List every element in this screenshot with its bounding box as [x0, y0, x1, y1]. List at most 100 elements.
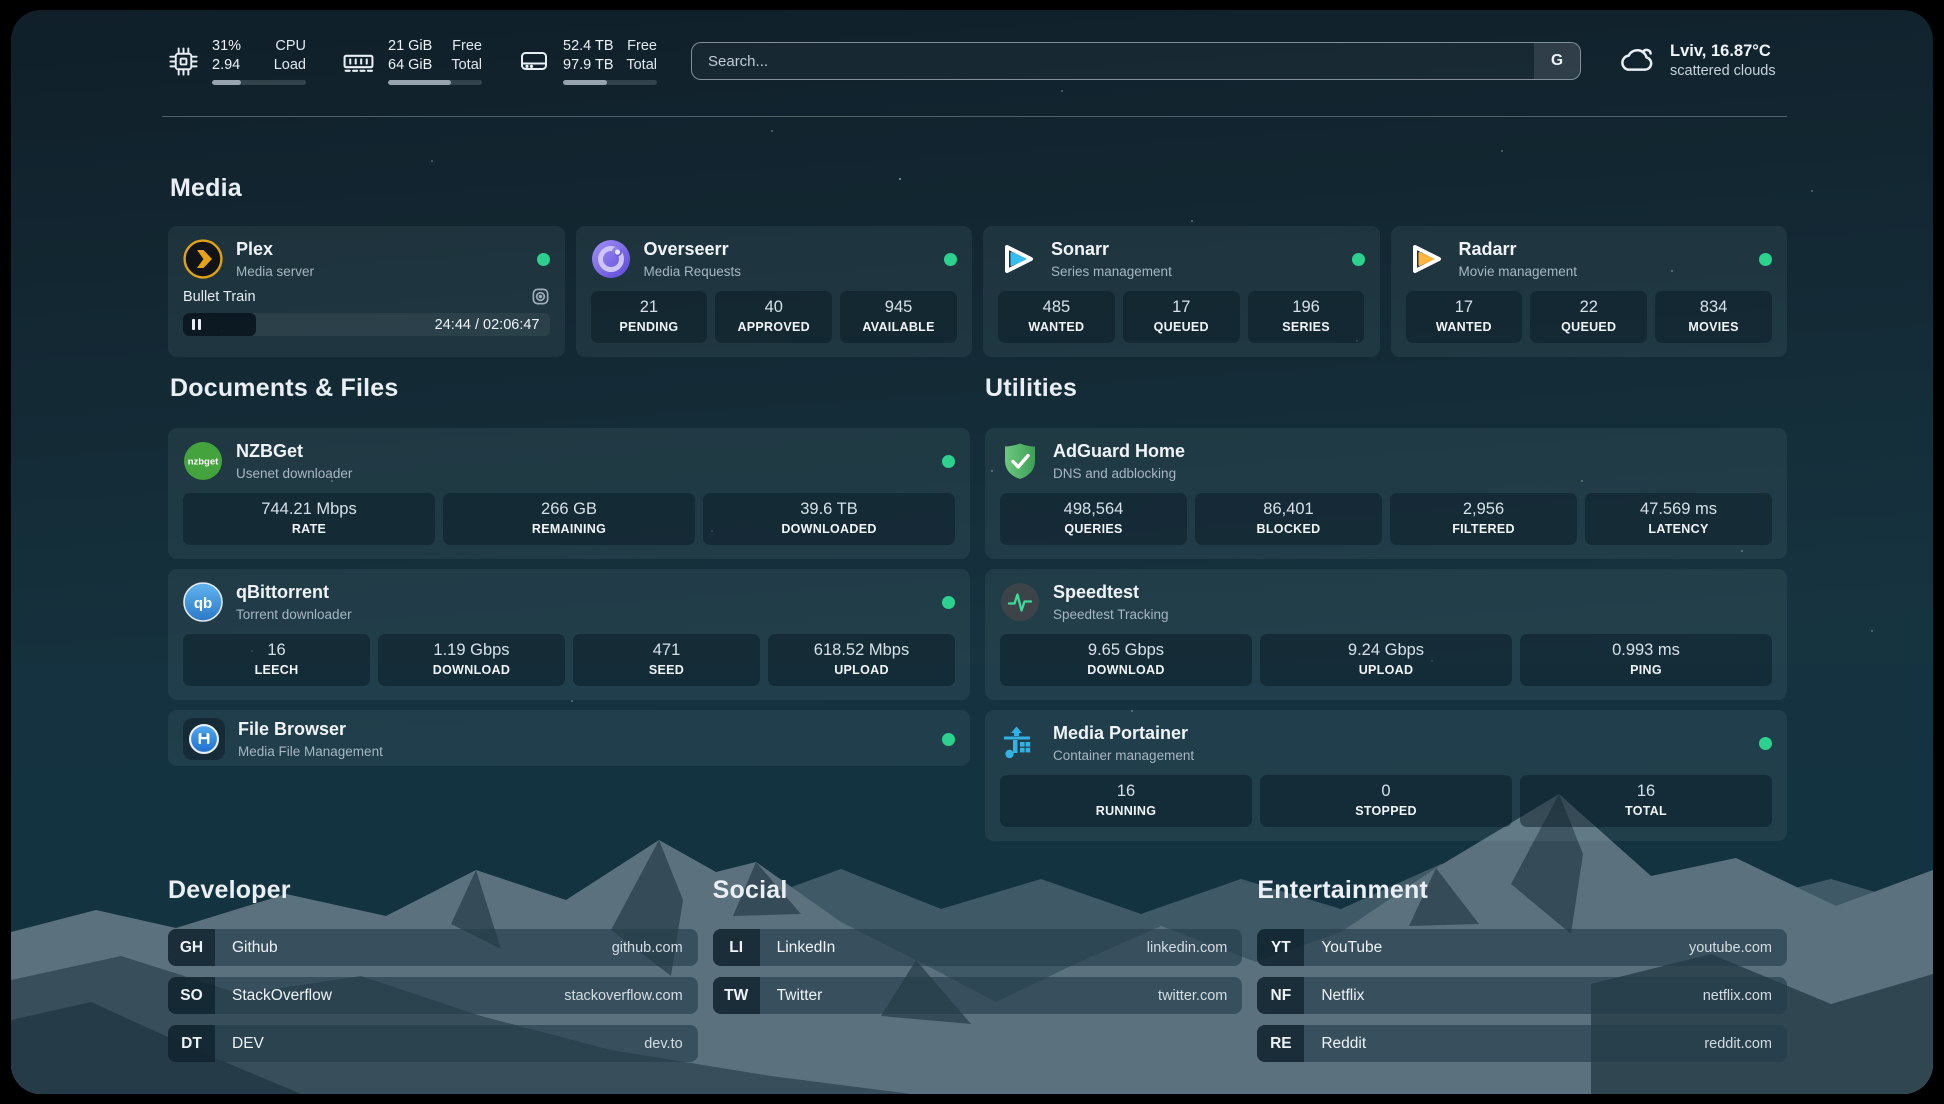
link-abbr: YT: [1257, 929, 1304, 966]
cpu-percent: 31%: [212, 37, 241, 56]
stat-label: SEED: [575, 662, 758, 679]
stat-tile: 9.65 Gbps DOWNLOAD: [1000, 634, 1252, 686]
entertainment-links: Entertainment YT YouTube youtube.com NF …: [1257, 876, 1787, 1073]
documents-column: nzbget NZBGet Usenet downloader 744.21 M…: [168, 428, 970, 766]
filebrowser-icon-badge: [183, 718, 225, 760]
disk-progress-track: [563, 80, 657, 85]
card-nzbget[interactable]: nzbget NZBGet Usenet downloader 744.21 M…: [168, 428, 970, 559]
stat-value: 744.21 Mbps: [185, 498, 433, 521]
link-row-twitter[interactable]: TW Twitter twitter.com: [713, 977, 1243, 1014]
stat-value: 0.993 ms: [1522, 639, 1770, 662]
stat-label: WANTED: [1408, 319, 1521, 336]
dashboard-window: 31% 2.94 CPU Load: [11, 10, 1933, 1094]
ram-icon: [342, 45, 375, 78]
search-bar[interactable]: G: [691, 42, 1581, 80]
stat-tile: 196 SERIES: [1248, 291, 1365, 343]
adguard-icon: [1000, 441, 1040, 481]
stat-value: 471: [575, 639, 758, 662]
card-sonarr[interactable]: Sonarr Series management 485 WANTED 17 Q…: [983, 226, 1380, 357]
stat-tile: 16 TOTAL: [1520, 775, 1772, 827]
link-url: dev.to: [644, 1036, 682, 1052]
link-name: Twitter: [777, 987, 823, 1005]
link-name: Netflix: [1321, 987, 1364, 1005]
card-overseerr[interactable]: Overseerr Media Requests 21 PENDING 40 A…: [576, 226, 973, 357]
search-engine-button[interactable]: G: [1534, 43, 1580, 79]
stat-tile: 945 AVAILABLE: [840, 291, 957, 343]
topbar-divider: [162, 116, 1787, 117]
stat-value: 22: [1532, 296, 1645, 319]
stat-label: FILTERED: [1392, 521, 1575, 538]
link-row-netflix[interactable]: NF Netflix netflix.com: [1257, 977, 1787, 1014]
stat-tile: 0 STOPPED: [1260, 775, 1512, 827]
stat-value: 21: [593, 296, 706, 319]
status-online-dot: [1759, 253, 1772, 266]
link-row-linkedin[interactable]: LI LinkedIn linkedin.com: [713, 929, 1243, 966]
search-input[interactable]: [692, 43, 1534, 79]
card-subtitle: Media server: [236, 264, 314, 279]
stat-value: 196: [1250, 296, 1363, 319]
stat-label: REMAINING: [445, 521, 693, 538]
stat-tile: 2,956 FILTERED: [1390, 493, 1577, 545]
stat-tile: 9.24 Gbps UPLOAD: [1260, 634, 1512, 686]
link-row-github[interactable]: GH Github github.com: [168, 929, 698, 966]
stat-tile: 1.19 Gbps DOWNLOAD: [378, 634, 565, 686]
cloud-icon: [1615, 40, 1657, 82]
card-portainer[interactable]: Media Portainer Container management 16 …: [985, 710, 1787, 841]
stat-value: 9.65 Gbps: [1002, 639, 1250, 662]
card-title: Radarr: [1459, 239, 1578, 261]
stat-label: QUEUED: [1125, 319, 1238, 336]
cpu-load-value: 2.94: [212, 56, 241, 75]
stat-value: 17: [1125, 296, 1238, 319]
link-row-stackoverflow[interactable]: SO StackOverflow stackoverflow.com: [168, 977, 698, 1014]
stat-label: BLOCKED: [1197, 521, 1380, 538]
memory-free-label: Free: [452, 37, 482, 56]
now-playing-icon: [531, 287, 550, 306]
stat-label: APPROVED: [717, 319, 830, 336]
card-subtitle: Media File Management: [238, 744, 383, 759]
card-subtitle: Container management: [1053, 748, 1194, 763]
link-row-youtube[interactable]: YT YouTube youtube.com: [1257, 929, 1787, 966]
pause-icon[interactable]: [198, 319, 201, 330]
pause-icon[interactable]: [192, 319, 195, 330]
card-filebrowser[interactable]: File Browser Media File Management: [168, 710, 970, 766]
stat-value: 17: [1408, 296, 1521, 319]
playback-progress-fill: [183, 313, 256, 336]
hard-drive-icon: [518, 45, 550, 77]
cpu-progress-track: [212, 80, 306, 85]
card-radarr[interactable]: Radarr Movie management 17 WANTED 22 QUE…: [1391, 226, 1788, 357]
link-row-dev[interactable]: DT DEV dev.to: [168, 1025, 698, 1062]
card-qbittorrent[interactable]: qb qBittorrent Torrent downloader 16 LEE…: [168, 569, 970, 700]
cpu-chip-icon: [168, 46, 199, 77]
status-online-dot: [942, 596, 955, 609]
link-url: youtube.com: [1689, 940, 1772, 956]
link-row-reddit[interactable]: RE Reddit reddit.com: [1257, 1025, 1787, 1062]
card-title: Plex: [236, 239, 314, 261]
playback-progress-bar[interactable]: 24:44 / 02:06:47: [183, 313, 550, 336]
stat-label: DOWNLOAD: [380, 662, 563, 679]
stat-tile: 39.6 TB DOWNLOADED: [703, 493, 955, 545]
top-bar: 31% 2.94 CPU Load: [168, 32, 1787, 90]
overseerr-icon: [591, 239, 631, 279]
card-title: AdGuard Home: [1053, 441, 1185, 463]
link-name: Reddit: [1321, 1035, 1366, 1053]
stat-tile: 21 PENDING: [591, 291, 708, 343]
stat-label: MOVIES: [1657, 319, 1770, 336]
stat-value: 834: [1657, 296, 1770, 319]
stat-value: 618.52 Mbps: [770, 639, 953, 662]
stat-value: 1.19 Gbps: [380, 639, 563, 662]
stat-tile: 498,564 QUERIES: [1000, 493, 1187, 545]
stat-label: LEECH: [185, 662, 368, 679]
stat-label: RATE: [185, 521, 433, 538]
stat-label: QUERIES: [1002, 521, 1185, 538]
card-speedtest[interactable]: Speedtest Speedtest Tracking 9.65 Gbps D…: [985, 569, 1787, 700]
link-abbr: SO: [168, 977, 215, 1014]
stat-value: 485: [1000, 296, 1113, 319]
card-adguard[interactable]: AdGuard Home DNS and adblocking 498,564 …: [985, 428, 1787, 559]
qbittorrent-icon: qb: [183, 582, 223, 622]
disk-free-label: Free: [627, 37, 657, 56]
card-subtitle: DNS and adblocking: [1053, 466, 1185, 481]
stat-label: STOPPED: [1262, 803, 1510, 820]
card-plex[interactable]: Plex Media server Bullet Train: [168, 226, 565, 357]
weather-widget: Lviv, 16.87°C scattered clouds: [1615, 40, 1787, 82]
nzbget-icon: nzbget: [183, 441, 223, 481]
